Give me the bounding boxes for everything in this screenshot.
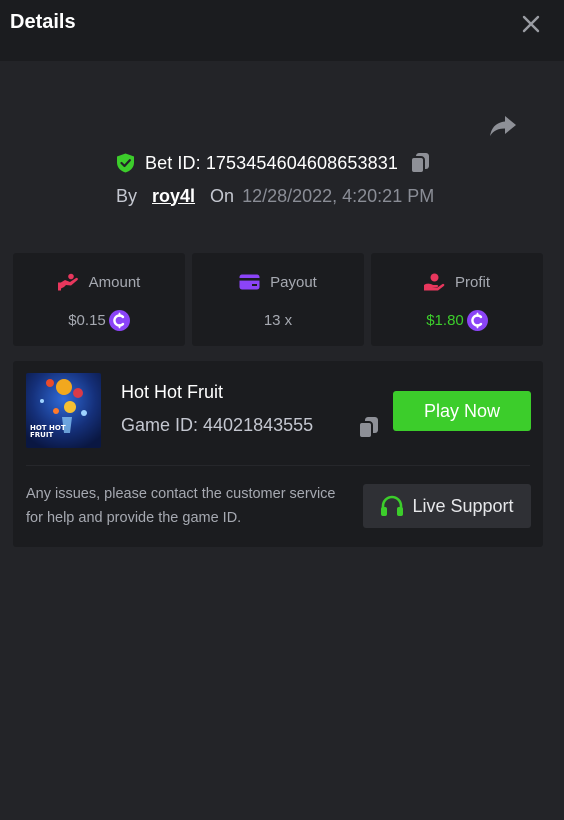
username-link[interactable]: roy4l xyxy=(152,186,195,207)
amount-icon xyxy=(57,273,78,291)
profit-label: Profit xyxy=(454,273,490,291)
share-icon[interactable] xyxy=(488,112,518,140)
live-support-label: Live Support xyxy=(412,495,514,516)
verified-shield-icon xyxy=(117,153,134,173)
amount-label: Amount xyxy=(88,273,141,291)
coin-icon xyxy=(108,309,130,331)
play-now-button[interactable]: Play Now xyxy=(393,391,531,431)
copy-icon[interactable] xyxy=(358,416,379,439)
divider xyxy=(26,465,530,466)
game-card: HOT HOT FRUIT Hot Hot Fruit Game ID: 440… xyxy=(13,361,543,547)
game-name: Hot Hot Fruit xyxy=(121,382,224,402)
bet-meta-row: By roy4l On 12/28/2022, 4:20:21 PM xyxy=(116,185,434,207)
support-text: Any issues, please contact the customer … xyxy=(26,486,336,526)
bet-id-text: Bet ID: 1753454604608653831 xyxy=(145,152,398,173)
payout-value: 13 x xyxy=(263,311,293,329)
close-icon[interactable] xyxy=(517,10,545,38)
page-title: Details xyxy=(10,11,76,33)
on-label: On xyxy=(210,185,235,206)
bet-datetime: 12/28/2022, 4:20:21 PM xyxy=(242,185,435,206)
bet-id-row: Bet ID: 1753454604608653831 xyxy=(116,151,430,175)
game-id-text: Game ID: 44021843555 xyxy=(121,415,314,435)
profit-card: Profit $1.80 xyxy=(371,253,543,346)
by-label: By xyxy=(116,185,138,206)
amount-value: $0.15 xyxy=(68,311,106,329)
card-icon xyxy=(239,274,260,290)
payout-label: Payout xyxy=(270,273,317,291)
coin-icon xyxy=(466,309,488,331)
header-bar: Details xyxy=(0,0,564,61)
amount-card: Amount $0.15 xyxy=(13,253,185,346)
headset-icon xyxy=(381,495,404,516)
game-thumbnail[interactable]: HOT HOT FRUIT xyxy=(26,373,101,448)
payout-card: Payout 13 x xyxy=(192,253,364,346)
profit-value: $1.80 xyxy=(426,311,464,329)
copy-icon[interactable] xyxy=(409,152,430,174)
game-thumbnail-logo-text: HOT HOT FRUIT xyxy=(30,424,66,439)
profit-icon xyxy=(423,273,445,291)
live-support-button[interactable]: Live Support xyxy=(363,484,531,528)
